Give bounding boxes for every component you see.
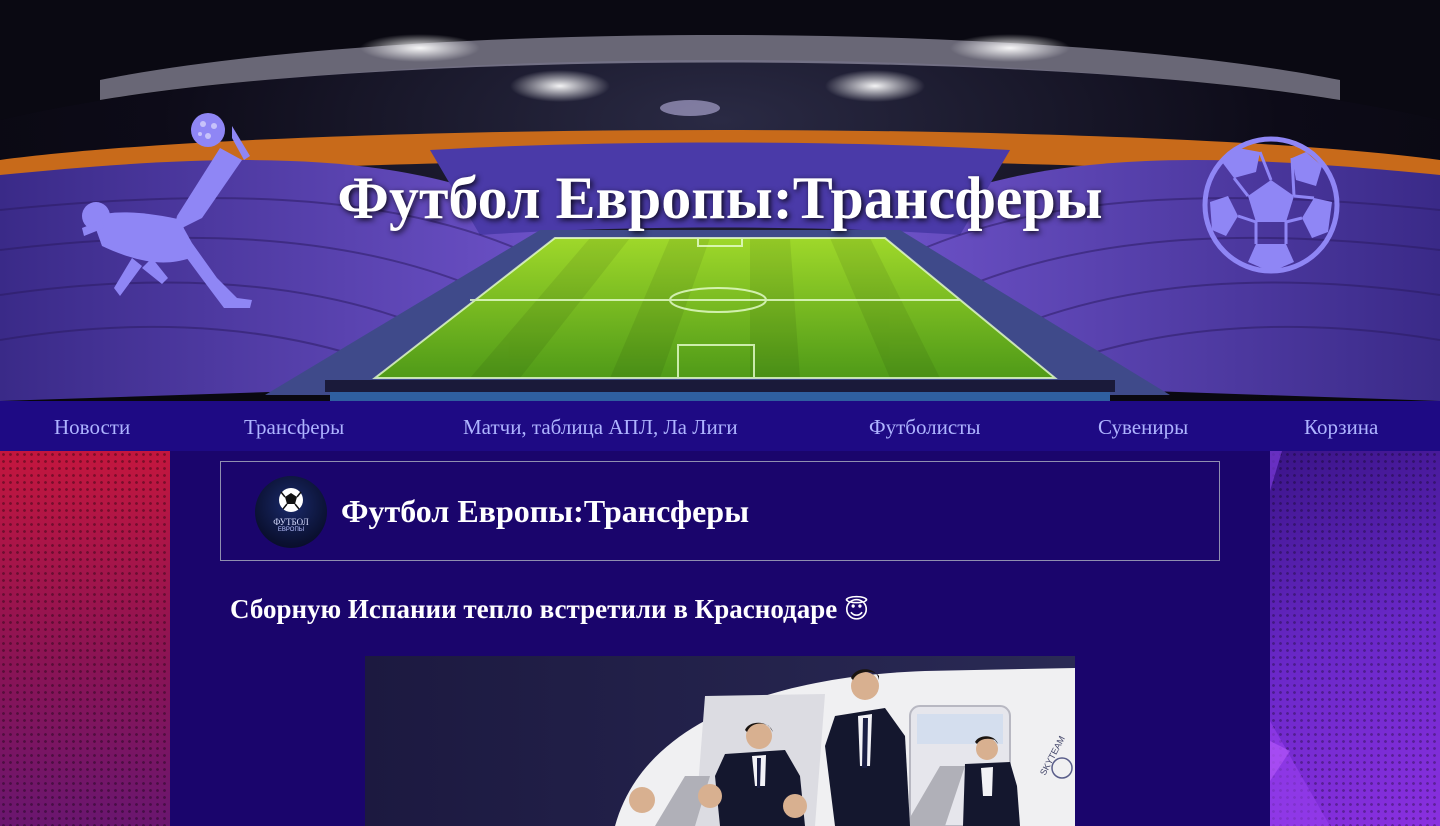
left-side-pattern: [0, 451, 170, 826]
brand-logo[interactable]: ФУТБОЛ ЕВРОПЫ: [255, 476, 327, 548]
site-title: Футбол Европы:Трансферы: [337, 165, 1103, 231]
main-nav: Новости Трансферы Матчи, таблица АПЛ, Ла…: [0, 401, 1440, 451]
nav-item-matches[interactable]: Матчи, таблица АПЛ, Ла Лиги: [463, 401, 738, 451]
nav-item-transfers[interactable]: Трансферы: [244, 401, 344, 451]
team-arrival-photo: SKYTEAM: [365, 656, 1075, 826]
logo-text: ФУТБОЛ: [273, 517, 309, 527]
right-side-pattern: [1270, 451, 1440, 826]
article-headline[interactable]: Сборную Испании тепло встретили в Красно…: [230, 591, 869, 628]
soccer-ball-logo-icon: [279, 488, 303, 512]
nav-item-cart[interactable]: Корзина: [1304, 401, 1378, 451]
main-content: ФУТБОЛ ЕВРОПЫ Футбол Европы:Трансферы Сб…: [170, 451, 1270, 826]
logo-subtext: ЕВРОПЫ: [277, 527, 305, 533]
brand-title[interactable]: Футбол Европы:Трансферы: [341, 490, 749, 532]
article-photo[interactable]: SKYTEAM: [365, 656, 1075, 826]
headline-text: Сборную Испании тепло встретили в Красно…: [230, 594, 838, 624]
brand-card: ФУТБОЛ ЕВРОПЫ Футбол Европы:Трансферы: [220, 461, 1220, 561]
hero-banner: Футбол Европы:Трансферы: [0, 0, 1440, 401]
angel-emoji-icon: 😇: [843, 596, 869, 624]
nav-item-souvenirs[interactable]: Сувениры: [1098, 401, 1188, 451]
nav-item-players[interactable]: Футболисты: [869, 401, 981, 451]
nav-item-news[interactable]: Новости: [54, 401, 130, 451]
decorative-facets: [1270, 451, 1330, 826]
